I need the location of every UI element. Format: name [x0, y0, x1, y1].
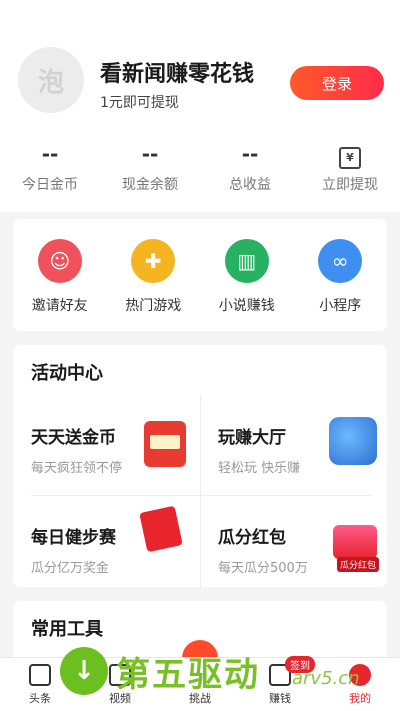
quick-action-label: 小说赚钱: [218, 298, 275, 314]
tab-label: 头条: [29, 692, 51, 705]
quick-action-mini-program[interactable]: ∞ 小程序: [294, 239, 388, 331]
tab-video[interactable]: 视频: [80, 658, 160, 711]
stat-label: 今日金币: [22, 177, 78, 193]
wallet-icon: ¥: [339, 147, 361, 169]
sign-in-badge: 签到: [285, 656, 315, 673]
quick-action-label: 小程序: [319, 298, 362, 314]
activity-subtitle: 轻松玩 快乐赚: [218, 461, 301, 476]
stat-withdraw[interactable]: ¥ 立即提现: [300, 140, 400, 194]
section-title: 常用工具: [31, 619, 103, 640]
video-icon: [109, 664, 131, 686]
headline: 看新闻赚零花钱: [100, 62, 255, 87]
activity-title: 玩赚大厅: [218, 428, 286, 448]
quick-action-games[interactable]: ✚ 热门游戏: [107, 239, 201, 331]
stat-today-coins[interactable]: -- 今日金币: [0, 140, 100, 194]
quick-action-label: 邀请好友: [31, 298, 88, 314]
stat-value: --: [241, 142, 259, 166]
activity-split-red-packet[interactable]: 瓜分红包 每天瓜分500万 瓜分红包: [200, 495, 387, 591]
invite-icon: ☺: [37, 239, 82, 283]
activity-play-hall[interactable]: 玩赚大厅 轻松玩 快乐赚: [200, 395, 387, 491]
quick-action-novels[interactable]: ▥ 小说赚钱: [200, 239, 294, 331]
activity-title: 每日健步赛: [31, 528, 116, 548]
tab-me[interactable]: 我的: [320, 658, 400, 711]
activity-subtitle: 瓜分亿万奖金: [31, 561, 110, 576]
tab-challenge[interactable]: 挑战: [160, 658, 240, 711]
quick-action-invite[interactable]: ☺ 邀请好友: [13, 239, 107, 331]
profile-header: 泡 看新闻赚零花钱 1元即可提现 登录 -- 今日金币 -- 现金余额 -- 总…: [0, 0, 400, 212]
tab-label: 赚钱: [269, 692, 291, 705]
avatar-glyph: 泡: [37, 67, 64, 98]
stat-total-earnings[interactable]: -- 总收益: [200, 140, 300, 194]
stat-value: --: [141, 142, 159, 166]
stat-label: 立即提现: [322, 177, 378, 193]
tab-label: 挑战: [189, 692, 211, 705]
stat-label: 现金余额: [122, 177, 178, 193]
tab-label: 视频: [109, 692, 131, 705]
quick-actions-card: ☺ 邀请好友 ✚ 热门游戏 ▥ 小说赚钱 ∞ 小程序: [13, 219, 387, 331]
stat-label: 总收益: [229, 177, 271, 193]
stats-row: -- 今日金币 -- 现金余额 -- 总收益 ¥ 立即提现: [0, 140, 400, 194]
red-envelope-icon: [139, 505, 183, 553]
mini-program-icon: ∞: [318, 239, 363, 283]
fishing-game-icon: [329, 417, 377, 465]
activity-daily-walk[interactable]: 每日健步赛 瓜分亿万奖金: [13, 495, 200, 591]
activity-subtitle: 每天疯狂领不停: [31, 461, 123, 476]
book-icon: ▥: [224, 239, 269, 283]
section-title: 活动中心: [31, 363, 103, 384]
gamepad-icon: ✚: [131, 239, 176, 283]
person-icon: [349, 664, 371, 686]
quick-action-label: 热门游戏: [125, 298, 182, 314]
tab-headlines[interactable]: 头条: [0, 658, 80, 711]
avatar[interactable]: 泡: [18, 47, 84, 113]
stat-value: --: [41, 142, 59, 166]
activity-daily-coins[interactable]: 天天送金币 每天疯狂领不停: [13, 395, 200, 491]
gift-tag: 瓜分红包: [336, 557, 379, 572]
activity-title: 天天送金币: [31, 428, 116, 448]
activity-subtitle: 每天瓜分500万: [218, 561, 308, 576]
tab-bar: 头条 视频 挑战 赚钱 我的: [0, 657, 400, 711]
activity-center-card: 活动中心 天天送金币 每天疯狂领不停 玩赚大厅 轻松玩 快乐赚 每日健步赛 瓜分…: [13, 345, 387, 587]
login-button[interactable]: 登录: [290, 66, 384, 100]
gift-box-icon: [333, 525, 377, 559]
activity-title: 瓜分红包: [218, 528, 286, 548]
subline: 1元即可提现: [100, 95, 179, 111]
slot-machine-icon: [144, 421, 186, 467]
activity-grid: 天天送金币 每天疯狂领不停 玩赚大厅 轻松玩 快乐赚 每日健步赛 瓜分亿万奖金 …: [13, 395, 387, 587]
tab-label: 我的: [349, 692, 371, 705]
news-icon: [29, 664, 51, 686]
stat-cash-balance[interactable]: -- 现金余额: [100, 140, 200, 194]
